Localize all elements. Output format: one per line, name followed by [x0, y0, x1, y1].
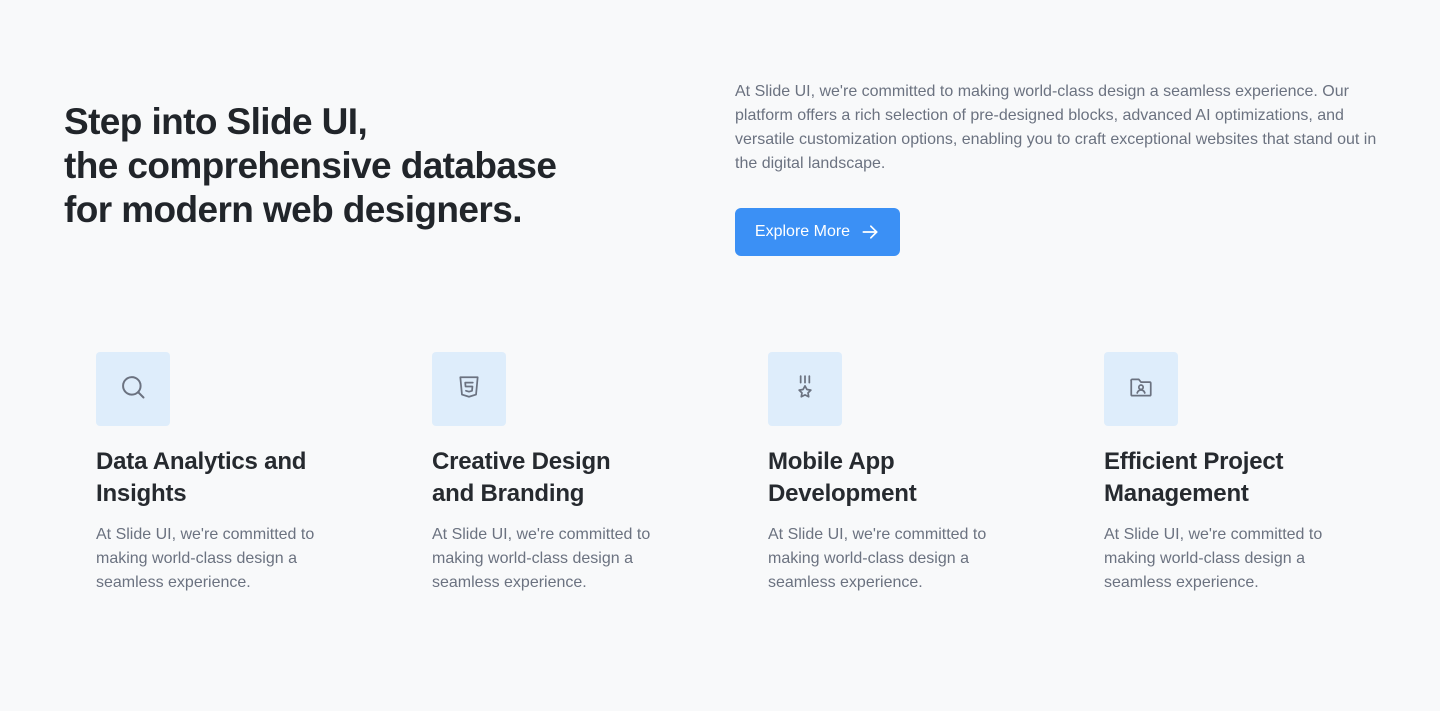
feature-description-line: At Slide UI, we're committed to	[432, 526, 651, 543]
feature-icon-tile	[432, 352, 506, 426]
hero-title: Step into Slide UI, the comprehensive da…	[64, 100, 624, 232]
feature-description-line: seamless experience.	[96, 574, 251, 591]
feature-title-line: Insights	[96, 480, 187, 507]
feature-title-line: Management	[1104, 480, 1249, 507]
feature-icon-tile	[96, 352, 170, 426]
feature-card-mobile-app: Mobile App Development At Slide UI, we'r…	[768, 352, 1028, 595]
feature-description-line: At Slide UI, we're committed to	[768, 526, 987, 543]
feature-card-project-management: Efficient Project Management At Slide UI…	[1104, 352, 1364, 595]
feature-icon-tile	[768, 352, 842, 426]
feature-title: Data Analytics and Insights	[96, 446, 356, 510]
html5-icon	[456, 374, 482, 405]
arrow-right-icon	[860, 222, 880, 242]
feature-description: At Slide UI, we're committed to making w…	[768, 523, 1028, 595]
feature-title: Mobile App Development	[768, 446, 1028, 510]
explore-more-label: Explore More	[754, 223, 851, 240]
feature-description-line: At Slide UI, we're committed to	[96, 526, 315, 543]
feature-card-data-analytics: Data Analytics and Insights At Slide UI,…	[96, 352, 356, 595]
feature-description: At Slide UI, we're committed to making w…	[1104, 523, 1364, 595]
feature-title-line: Mobile App	[768, 448, 895, 475]
medal-icon	[792, 374, 818, 405]
feature-icon-tile	[1104, 352, 1178, 426]
feature-title-line: Development	[768, 480, 917, 507]
hero-title-line: the comprehensive database	[64, 145, 557, 186]
feature-description-line: making world-class design a	[768, 550, 969, 567]
hero-description: At Slide UI, we're committed to making w…	[735, 83, 1377, 172]
feature-description-line: seamless experience.	[768, 574, 923, 591]
feature-card-creative-design: Creative Design and Branding At Slide UI…	[432, 352, 692, 595]
feature-description: At Slide UI, we're committed to making w…	[96, 523, 356, 595]
features-section: Step into Slide UI, the comprehensive da…	[0, 0, 1440, 711]
feature-description: At Slide UI, we're committed to making w…	[432, 523, 692, 595]
feature-description-line: seamless experience.	[1104, 574, 1259, 591]
feature-description-line: making world-class design a	[96, 550, 297, 567]
feature-description-line: seamless experience.	[432, 574, 587, 591]
search-icon	[119, 373, 147, 406]
explore-more-button[interactable]: Explore More	[735, 208, 900, 256]
feature-description-line: At Slide UI, we're committed to	[1104, 526, 1323, 543]
feature-title: Efficient Project Management	[1104, 446, 1364, 510]
user-folder-icon	[1128, 374, 1154, 405]
feature-title-line: Creative Design	[432, 448, 611, 475]
feature-title-line: Data Analytics and	[96, 448, 307, 475]
feature-title: Creative Design and Branding	[432, 446, 692, 510]
feature-description-line: making world-class design a	[432, 550, 633, 567]
feature-description-line: making world-class design a	[1104, 550, 1305, 567]
feature-title-line: and Branding	[432, 480, 585, 507]
hero-title-line: for modern web designers.	[64, 189, 522, 230]
feature-title-line: Efficient Project	[1104, 448, 1284, 475]
hero-title-line: Step into Slide UI,	[64, 101, 368, 142]
